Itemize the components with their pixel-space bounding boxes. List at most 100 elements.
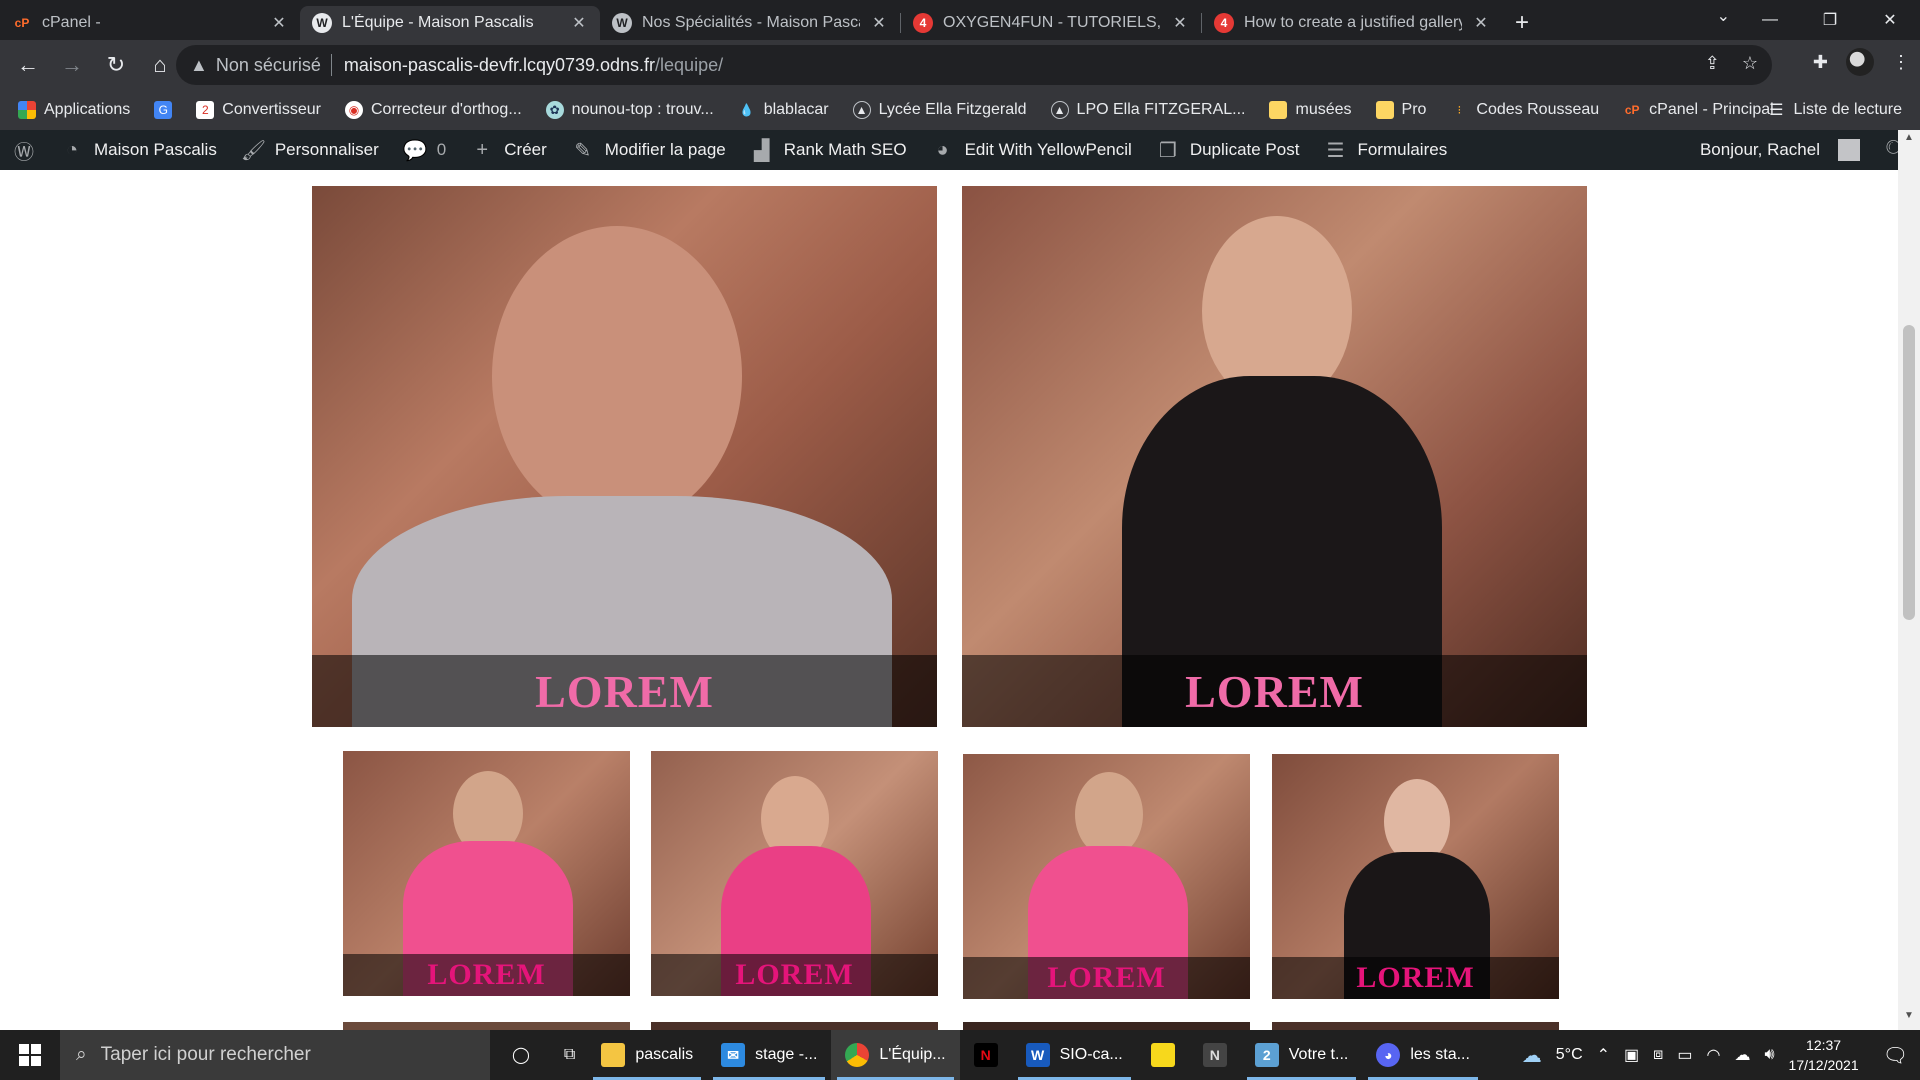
nounou-icon: ✿ xyxy=(545,101,564,119)
bookmark-codes-rousseau[interactable]: ⁝ Codes Rousseau xyxy=(1450,101,1600,119)
address-bar[interactable]: ▲ Non sécurisé maison-pascalis-devfr.lcq… xyxy=(176,45,1772,85)
notion-icon: N xyxy=(1202,1043,1227,1067)
onedrive-cloud-icon[interactable]: ☁ xyxy=(1734,1045,1750,1065)
taskbar-app-notepad[interactable]: 2 Votre t... xyxy=(1241,1030,1363,1080)
close-window-icon[interactable]: ✕ xyxy=(1860,0,1920,40)
back-icon[interactable]: ← xyxy=(6,43,50,87)
bookmark-convertisseur[interactable]: 2 Convertisseur xyxy=(196,101,321,119)
oxygen-icon: 4 xyxy=(1214,13,1234,33)
taskbar-app-label: stage -... xyxy=(755,1046,818,1063)
taskbar-app-chrome[interactable]: L'Équip... xyxy=(831,1030,960,1080)
team-card-large-1[interactable]: LOREM xyxy=(312,186,937,727)
browser-toolbar: ← → ↻ ⌂ ▲ Non sécurisé maison-pascalis-d… xyxy=(0,40,1920,90)
forward-icon[interactable]: → xyxy=(50,43,94,87)
team-card-small-4[interactable]: LOREM xyxy=(1272,754,1559,999)
bookmark-applications[interactable]: Applications xyxy=(18,101,130,119)
tray-app-icon[interactable]: ▣ xyxy=(1624,1045,1639,1065)
bookmark-nounou[interactable]: ✿ nounou-top : trouv... xyxy=(545,101,714,119)
notifications-icon[interactable]: 🗨︎ xyxy=(1883,1043,1908,1068)
wp-customize[interactable]: 🖌 Personnaliser xyxy=(229,130,391,170)
wp-site-name[interactable]: ◔ Maison Pascalis xyxy=(48,130,229,170)
reading-list-button[interactable]: ☰ Liste de lecture xyxy=(1769,90,1902,130)
close-icon[interactable]: ✕ xyxy=(1171,13,1189,33)
taskbar-app-explorer[interactable]: pascalis xyxy=(587,1030,707,1080)
chevron-up-icon[interactable]: ⌃ xyxy=(1597,1045,1610,1065)
extensions-icon[interactable]: ✚ xyxy=(1813,52,1828,73)
new-tab-icon[interactable]: + xyxy=(1502,6,1542,40)
close-icon[interactable]: ✕ xyxy=(870,13,888,33)
wp-comments[interactable]: 💬 0 xyxy=(391,130,458,170)
wp-edit-page[interactable]: ✎ Modifier la page xyxy=(559,130,738,170)
bookmark-label: Convertisseur xyxy=(222,101,321,118)
tab-search-chevron-icon[interactable]: ⌄ xyxy=(1717,6,1730,26)
windows-start-icon[interactable] xyxy=(0,1030,60,1080)
page-scrollbar[interactable]: ▲ ▼ xyxy=(1898,130,1920,1030)
bookmark-label: Lycée Ella Fitzgerald xyxy=(878,101,1027,118)
bookmark-pro[interactable]: Pro xyxy=(1375,101,1426,119)
wp-my-account[interactable]: Bonjour, Rachel xyxy=(1688,130,1872,170)
tab-cpanel[interactable]: cP cPanel - ✕ xyxy=(0,6,300,40)
team-card-partial-row xyxy=(1272,1022,1559,1030)
taskbar-app-word[interactable]: W SIO-ca... xyxy=(1012,1030,1137,1080)
tray-app-icon[interactable]: ⧈ xyxy=(1653,1046,1663,1064)
tab-oxygen4fun[interactable]: 4 OXYGEN4FUN - TUTORIELS, CON ✕ xyxy=(901,6,1201,40)
minimize-icon[interactable]: — xyxy=(1740,0,1800,40)
wp-new-content[interactable]: + Créer xyxy=(458,130,559,170)
wp-forms[interactable]: ☰ Formulaires xyxy=(1311,130,1459,170)
profile-avatar[interactable] xyxy=(1846,48,1874,76)
taskbar-search-input[interactable]: ⌕ Taper ici pour rechercher xyxy=(60,1030,490,1080)
team-card-large-2[interactable]: LOREM xyxy=(962,186,1587,727)
task-view-icon[interactable]: ⧉ xyxy=(552,1030,587,1080)
tab-specialites[interactable]: W Nos Spécialités - Maison Pascalis ✕ xyxy=(600,6,900,40)
taskbar-app-notion[interactable]: N xyxy=(1189,1030,1241,1080)
bookmark-translate[interactable]: G xyxy=(154,101,173,119)
taskbar-app-netflix[interactable]: N xyxy=(960,1030,1012,1080)
bookmark-musees[interactable]: musées xyxy=(1269,101,1352,119)
close-icon[interactable]: ✕ xyxy=(270,13,288,33)
wp-logo-menu[interactable]: Ⓦ xyxy=(0,130,48,170)
taskbar-app-sticky-notes[interactable] xyxy=(1137,1030,1189,1080)
tab-equipe[interactable]: W L'Équipe - Maison Pascalis ✕ xyxy=(300,6,600,40)
scrollbar-thumb[interactable] xyxy=(1903,325,1915,620)
taskbar-app-label: L'Équip... xyxy=(879,1046,946,1063)
wp-duplicate-post[interactable]: ❐ Duplicate Post xyxy=(1144,130,1312,170)
reload-icon[interactable]: ↻ xyxy=(94,43,138,87)
school-icon: ▲ xyxy=(852,101,871,119)
team-card-small-2[interactable]: LOREM xyxy=(651,751,938,996)
cortana-icon[interactable]: ◯ xyxy=(490,1030,552,1080)
menu-kebab-icon[interactable]: ⋮ xyxy=(1892,52,1910,73)
scroll-down-icon[interactable]: ▼ xyxy=(1898,1010,1920,1028)
caption-text: LOREM xyxy=(735,958,854,991)
duplicate-label: Duplicate Post xyxy=(1189,140,1300,159)
volume-icon[interactable]: 🔊︎ xyxy=(1764,1046,1774,1064)
restore-icon[interactable]: ❐ xyxy=(1800,0,1860,40)
wifi-icon[interactable]: ◠ xyxy=(1706,1045,1720,1065)
team-caption: LOREM xyxy=(312,655,937,727)
weather-label[interactable]: 5°C xyxy=(1556,1046,1583,1064)
search-icon: ⌕ xyxy=(76,1044,87,1065)
wp-yellowpencil[interactable]: ◕ Edit With YellowPencil xyxy=(919,130,1144,170)
share-icon[interactable]: ⇪ xyxy=(1705,53,1720,74)
caption-text: LOREM xyxy=(1356,961,1475,994)
tab-justified-gallery[interactable]: 4 How to create a justified gallery ✕ xyxy=(1202,6,1502,40)
taskbar-app-discord[interactable]: ◕ les sta... xyxy=(1362,1030,1484,1080)
caption-text: LOREM xyxy=(1047,961,1166,994)
greeting-label: Bonjour, Rachel xyxy=(1699,140,1820,159)
scroll-up-icon[interactable]: ▲ xyxy=(1898,132,1920,150)
battery-icon[interactable]: ▭ xyxy=(1677,1045,1692,1065)
bookmark-blablacar[interactable]: 💧 blablacar xyxy=(738,101,828,119)
wp-rank-math[interactable]: ▟ Rank Math SEO xyxy=(738,130,919,170)
bookmark-lpo[interactable]: ▲ LPO Ella FITZGERAL... xyxy=(1050,101,1245,119)
bookmark-correcteur[interactable]: ◉ Correcteur d'orthog... xyxy=(344,101,522,119)
clock[interactable]: 12:37 17/12/2021 xyxy=(1789,1035,1859,1075)
taskbar-app-mail[interactable]: ✉ stage -... xyxy=(707,1030,831,1080)
team-card-small-1[interactable]: LOREM xyxy=(343,751,630,996)
team-card-small-3[interactable]: LOREM xyxy=(963,754,1250,999)
windows-taskbar: ⌕ Taper ici pour rechercher ◯ ⧉ pascalis… xyxy=(0,1030,1920,1080)
bookmark-star-icon[interactable]: ☆ xyxy=(1742,53,1758,74)
close-icon[interactable]: ✕ xyxy=(570,13,588,33)
bookmark-lycee[interactable]: ▲ Lycée Ella Fitzgerald xyxy=(852,101,1027,119)
bookmark-cpanel[interactable]: cP cPanel - Principal xyxy=(1623,101,1774,119)
weather-icon[interactable]: ☁ xyxy=(1522,1043,1542,1068)
close-icon[interactable]: ✕ xyxy=(1472,13,1490,33)
